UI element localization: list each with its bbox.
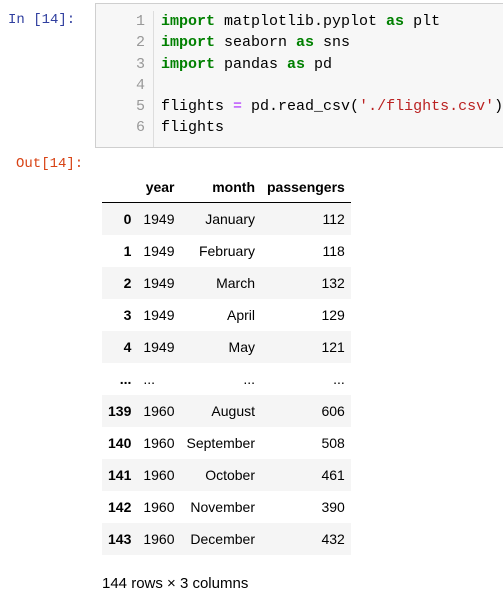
row-index: ... xyxy=(119,371,132,387)
table-row: 3 1949 April 129 xyxy=(102,299,351,331)
table-cell: 1960 xyxy=(137,523,181,555)
table-cell: 1960 xyxy=(137,395,181,427)
column-header: month xyxy=(180,172,261,203)
line-number: 1 xyxy=(135,13,145,30)
row-index: 141 xyxy=(102,459,138,491)
row-index: 139 xyxy=(102,395,138,427)
output-prompt: Out[14]: xyxy=(16,156,84,172)
table-cell: 1949 xyxy=(137,202,181,235)
table-cell: November xyxy=(190,499,255,515)
code-token: import xyxy=(161,13,216,30)
code-token: plt xyxy=(404,13,441,30)
table-cell: December xyxy=(180,523,261,555)
code-line: flights xyxy=(161,117,503,138)
table-cell: ... xyxy=(333,371,345,387)
table-cell: 118 xyxy=(322,243,345,259)
row-index: 1 xyxy=(123,243,132,259)
table-cell: ... xyxy=(243,371,255,387)
table-cell: 121 xyxy=(261,331,351,363)
table-row: 142 1960 November 390 xyxy=(102,491,351,523)
code-token: pd xyxy=(305,55,333,73)
row-index: 0 xyxy=(102,202,138,235)
table-cell: February xyxy=(198,243,255,259)
table-cell: 1949 xyxy=(137,331,181,363)
code-token: as xyxy=(287,55,306,73)
column-header: year xyxy=(137,172,181,203)
table-header-row: year month passengers xyxy=(102,172,351,203)
table-row: 140 1960 September 508 xyxy=(102,427,351,459)
input-prompt: In [14]: xyxy=(8,12,76,28)
code-token: = xyxy=(233,98,243,116)
table-cell: May xyxy=(180,331,261,363)
table-cell: 1949 xyxy=(143,307,175,323)
table-cell: 606 xyxy=(261,395,351,427)
table-row: 4 1949 May 121 xyxy=(102,331,351,363)
line-number-gutter: 1 2 3 4 5 6 xyxy=(96,11,154,147)
table-row: ............ xyxy=(102,363,351,395)
code-line: import matplotlib.pyplot as plt xyxy=(161,11,503,32)
code-token: import xyxy=(161,34,216,52)
table-row: 139 1960 August 606 xyxy=(102,395,351,427)
dataframe-shape: 144 rows × 3 columns xyxy=(102,575,249,592)
table-cell: ... xyxy=(143,371,156,387)
row-index: 140 xyxy=(108,435,132,451)
table-row: 2 1949 March 132 xyxy=(102,267,351,299)
code-token: flights xyxy=(161,119,225,137)
table-cell: 432 xyxy=(261,523,351,555)
table-cell: March xyxy=(180,267,261,299)
line-number: 5 xyxy=(135,98,145,116)
code-token: flights xyxy=(161,98,234,116)
row-index: 3 xyxy=(123,307,132,323)
table-cell: 461 xyxy=(261,459,351,491)
row-index: 143 xyxy=(102,523,138,555)
table-cell: 1949 xyxy=(143,243,175,259)
line-number: 4 xyxy=(135,76,145,94)
line-number: 2 xyxy=(135,34,145,52)
table-cell: 1960 xyxy=(143,499,175,515)
table-cell: 390 xyxy=(321,499,345,515)
column-header xyxy=(102,172,138,203)
line-number: 6 xyxy=(135,119,145,137)
table-cell: September xyxy=(186,435,255,451)
code-token: import xyxy=(161,55,216,73)
code-editor[interactable]: import matplotlib.pyplot as plt import se… xyxy=(161,11,503,139)
row-index: 142 xyxy=(108,499,132,515)
table-row: 0 1949 January 112 xyxy=(102,202,351,235)
table-cell: 1960 xyxy=(137,459,181,491)
code-line: flights = pd.read_csv('./flights.csv') xyxy=(161,96,503,117)
code-token: ) xyxy=(494,98,503,116)
table-cell: 1949 xyxy=(137,267,181,299)
code-token: matplotlib.pyplot xyxy=(215,13,387,30)
table-cell: 1960 xyxy=(143,435,175,451)
code-token: seaborn xyxy=(215,34,297,52)
row-index: 2 xyxy=(102,267,138,299)
dataframe-table: year month passengers 0 1949 January 112 1 1949… xyxy=(102,172,351,555)
line-number: 3 xyxy=(135,55,145,73)
code-line: import pandas as pd xyxy=(161,54,503,75)
table-cell: 129 xyxy=(321,307,345,323)
code-token: pd.read_csv( xyxy=(242,98,360,116)
column-header: passengers xyxy=(261,172,351,203)
table-cell: January xyxy=(180,202,261,235)
table-row: 1 1949 February 118 xyxy=(102,235,351,267)
code-line: import seaborn as sns xyxy=(161,32,503,53)
table-row: 141 1960 October 461 xyxy=(102,459,351,491)
code-cell[interactable]: 123456 import matplotlib.pyplot as plt im… xyxy=(95,3,503,148)
table-cell: October xyxy=(180,459,261,491)
row-index: 4 xyxy=(102,331,138,363)
code-token: './flights.csv' xyxy=(359,98,495,116)
table-cell: 112 xyxy=(261,202,351,235)
table-row: 143 1960 December 432 xyxy=(102,523,351,555)
code-token: as xyxy=(386,13,405,30)
table-cell: 132 xyxy=(261,267,351,299)
table-cell: 508 xyxy=(321,435,345,451)
table-cell: April xyxy=(226,307,255,323)
code-token: as xyxy=(296,34,315,52)
table-cell: August xyxy=(180,395,261,427)
code-token: pandas xyxy=(215,55,288,73)
code-token: sns xyxy=(314,34,351,52)
